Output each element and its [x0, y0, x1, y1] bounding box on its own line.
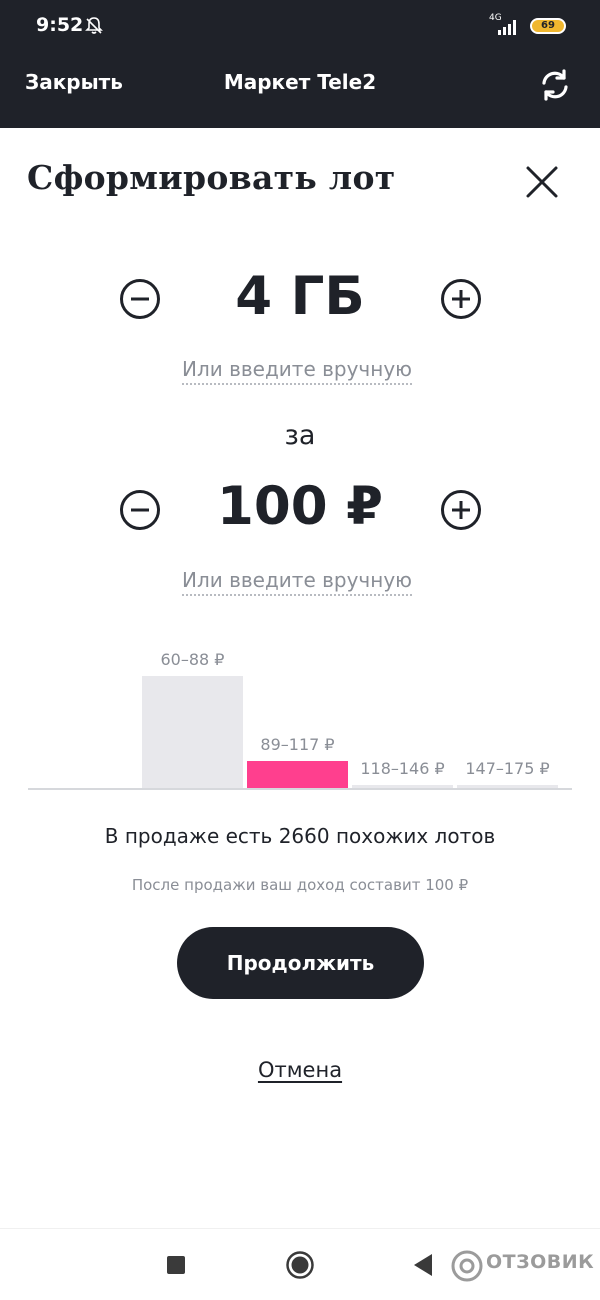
cancel-link[interactable]: Отмена: [258, 1058, 342, 1082]
battery-icon: 69: [530, 18, 566, 34]
volume-value: 4 ГБ: [235, 266, 365, 327]
bell-off-icon: [85, 17, 103, 34]
cancel-link-row: Отмена: [0, 1058, 600, 1082]
price-value: 100 ₽: [217, 476, 383, 537]
recent-apps-icon[interactable]: [167, 1256, 185, 1274]
home-icon[interactable]: [285, 1250, 315, 1280]
app-title: Маркет Tele2: [223, 70, 377, 94]
volume-manual-input-link[interactable]: Или введите вручную: [182, 357, 412, 385]
signal-icon: [498, 20, 516, 35]
increase-price-button[interactable]: [440, 489, 482, 531]
price-manual-input-link[interactable]: Или введите вручную: [182, 568, 412, 596]
histogram-bar: [142, 676, 243, 788]
histogram-bar: [247, 761, 348, 788]
histogram-bar-label: 60–88 ₽: [160, 650, 225, 669]
watermark-logo-icon: [451, 1250, 483, 1282]
histogram-bar-label: 89–117 ₽: [260, 735, 335, 754]
page-title: Сформировать лот: [27, 158, 396, 197]
close-icon[interactable]: [522, 162, 562, 202]
income-text: После продажи ваш доход составит 100 ₽: [131, 876, 469, 894]
histogram-bar-label: 118–146 ₽: [360, 759, 445, 778]
system-nav-bar: ОТЗОВИК: [0, 1228, 600, 1300]
histogram-bar-label: 147–175 ₽: [465, 759, 550, 778]
similar-lots-text: В продаже есть 2660 похожих лотов: [104, 824, 496, 848]
app-header: 9:52 4G 69 Закрыть Маркет Tele2: [0, 0, 600, 128]
back-icon[interactable]: [412, 1252, 434, 1278]
refresh-icon[interactable]: [537, 67, 573, 103]
increase-volume-button[interactable]: [440, 278, 482, 320]
histogram-baseline: [28, 788, 572, 790]
watermark-text: ОТЗОВИК: [486, 1251, 595, 1273]
continue-button[interactable]: Продолжить: [177, 927, 424, 999]
status-time: 9:52: [36, 14, 84, 36]
separator-text: за: [284, 420, 316, 451]
